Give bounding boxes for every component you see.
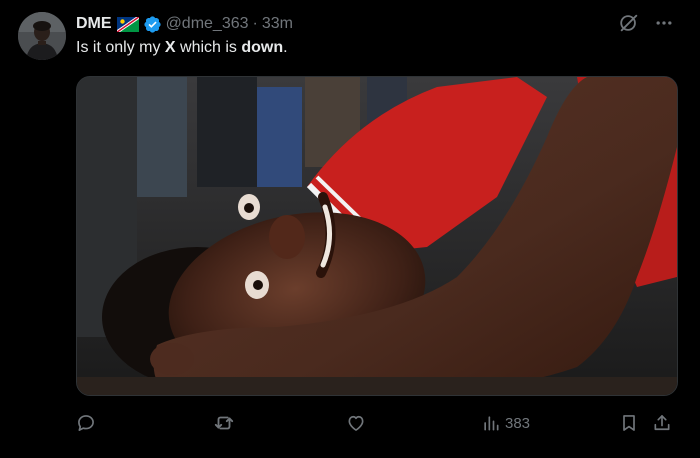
verified-badge-icon[interactable] (143, 15, 162, 34)
header-actions (618, 12, 674, 34)
like-button[interactable] (346, 410, 366, 436)
tweet-text: Is it only my X which is down. (76, 39, 288, 57)
views-button[interactable]: 383 (481, 410, 530, 436)
share-icon (652, 413, 672, 433)
reply-icon (76, 413, 96, 433)
author-handle[interactable]: @dme_363 (166, 15, 249, 33)
tweet-actions: 383 (76, 410, 684, 436)
post-time[interactable]: 33m (262, 15, 293, 33)
views-icon (481, 413, 501, 433)
tweet-media-image[interactable] (76, 76, 678, 396)
tweet-text-bold: down (241, 39, 284, 56)
tweet-text-part: Is it only my (76, 39, 165, 56)
tweet-text-bold: X (164, 39, 176, 56)
time-separator: · (252, 15, 258, 32)
repost-icon (213, 412, 235, 434)
display-name[interactable]: DME (76, 15, 112, 33)
repost-button[interactable] (213, 410, 235, 436)
tweet-text-part: which is (175, 39, 242, 56)
bookmark-button[interactable] (619, 410, 639, 436)
namibia-flag-icon (116, 16, 139, 32)
reply-button[interactable] (76, 410, 96, 436)
tweet-card: DME @dme_363 · 33m Is it only my X which… (0, 0, 700, 458)
tweet-text-part: . (283, 39, 288, 56)
tweet-header: DME @dme_363 · 33m (76, 12, 293, 36)
like-icon (346, 413, 366, 433)
more-icon[interactable] (654, 13, 674, 33)
views-count: 383 (505, 414, 531, 432)
avatar[interactable] (18, 12, 66, 60)
grok-icon[interactable] (618, 12, 640, 34)
bookmark-icon (619, 413, 639, 433)
share-button[interactable] (652, 410, 672, 436)
